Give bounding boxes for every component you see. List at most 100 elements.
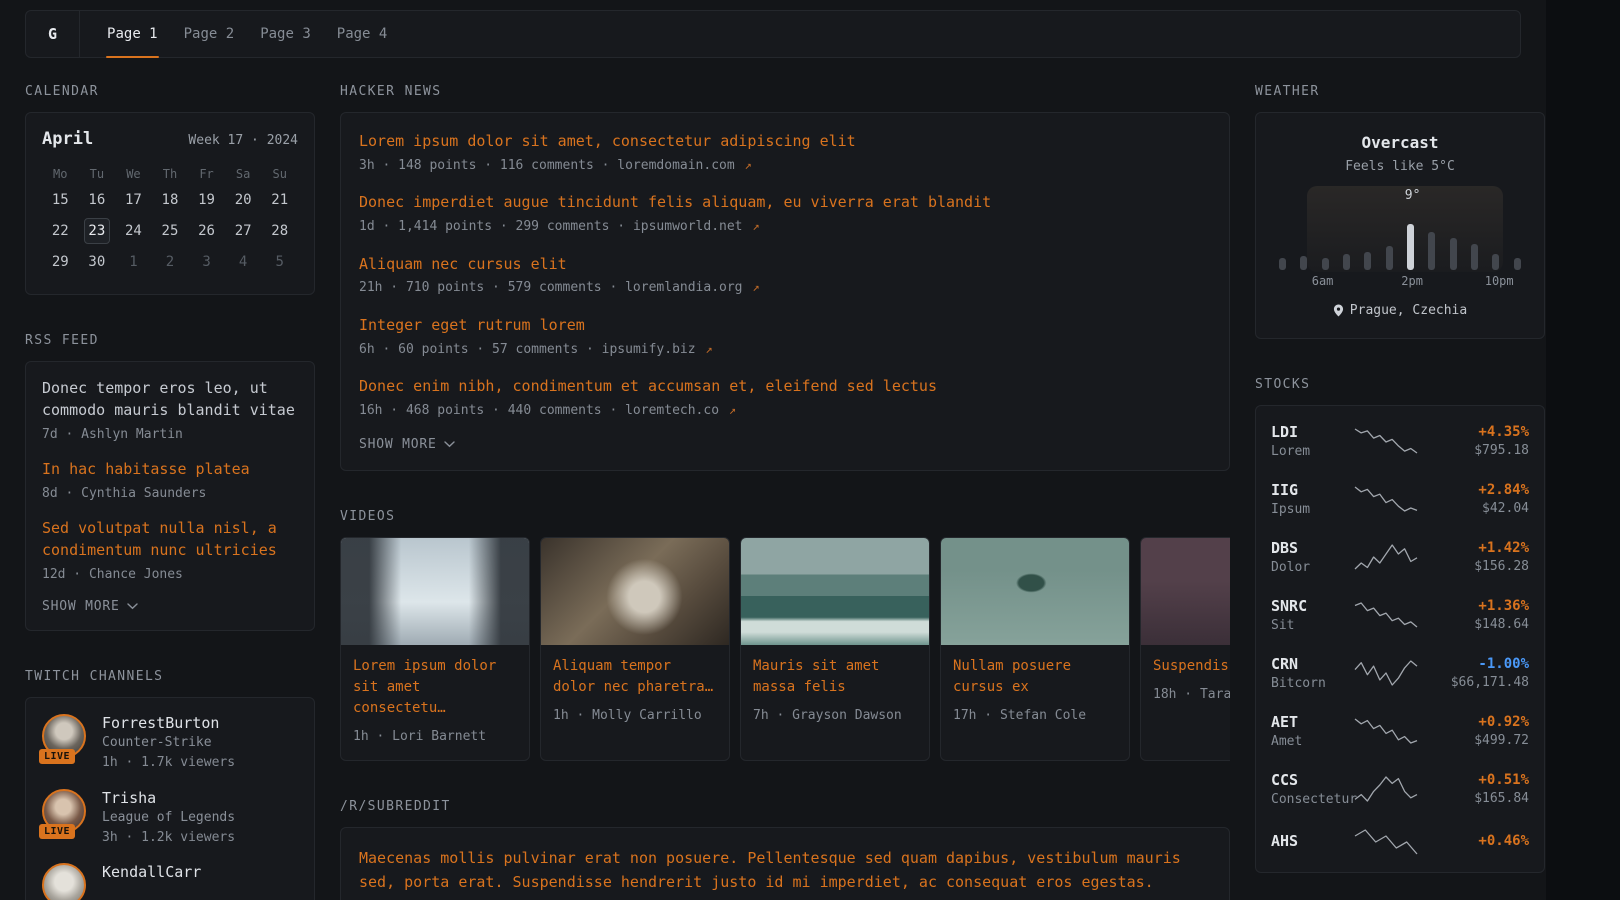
page-tabs: Page 1 Page 2 Page 3 Page 4 <box>80 11 400 57</box>
channel-game: Counter-Strike <box>102 735 235 750</box>
video-thumbnail[interactable] <box>1141 538 1230 645</box>
weather-condition: Overcast <box>1274 133 1526 152</box>
tab-page-4[interactable]: Page 4 <box>324 11 401 57</box>
app-logo[interactable]: G <box>26 11 80 57</box>
stock-row[interactable]: AHS +0.46% <box>1271 818 1529 866</box>
stock-change: +0.92% <box>1433 714 1529 730</box>
dow-label: Fr <box>188 163 225 185</box>
external-link-icon: ↗ <box>705 342 712 356</box>
calendar-day: 26 <box>188 216 225 247</box>
stock-row[interactable]: SNRC Sit +1.36% $148.64 <box>1271 586 1529 644</box>
channel-name-link[interactable]: Trisha <box>102 789 235 807</box>
hn-item-link[interactable]: Lorem ipsum dolor sit amet, consectetur … <box>359 131 856 153</box>
stock-ticker: DBS <box>1271 539 1339 557</box>
section-title-videos: VIDEOS <box>340 509 1230 524</box>
tab-page-1[interactable]: Page 1 <box>94 11 171 57</box>
current-temp-label: 9° <box>1405 188 1421 203</box>
hn-item-domain-link[interactable]: loremdomain.com <box>617 158 734 173</box>
stock-row[interactable]: IIG Ipsum +2.84% $42.04 <box>1271 470 1529 528</box>
video-title-link[interactable]: Lorem ipsum dolor sit amet consectetu… <box>353 656 517 719</box>
hn-item-domain-link[interactable]: ipsumify.biz <box>602 342 696 357</box>
hn-show-more[interactable]: SHOW MORE <box>359 437 1211 452</box>
hn-item-meta: 1d · 1,414 points · 299 comments · ipsum… <box>359 217 1211 237</box>
stock-price: $42.04 <box>1433 501 1529 516</box>
dashboard: G Page 1 Page 2 Page 3 Page 4 CALENDAR A… <box>0 0 1546 900</box>
video-card: Lorem ipsum dolor sit amet consectetu… 1… <box>340 537 530 761</box>
video-thumbnail[interactable] <box>741 538 929 645</box>
stock-change: +1.36% <box>1433 598 1529 614</box>
hn-item-domain-link[interactable]: loremtech.co <box>625 403 719 418</box>
calendar-day-headers: Mo Tu We Th Fr Sa Su <box>42 163 298 185</box>
location-pin-icon <box>1333 304 1344 317</box>
hn-item-domain-link[interactable]: ipsumworld.net <box>633 219 743 234</box>
video-title-link[interactable]: Suspendisse diam <box>1153 656 1230 677</box>
stock-name: Sit <box>1271 618 1339 633</box>
stock-change: +0.46% <box>1433 833 1529 849</box>
stock-sparkline <box>1351 660 1421 686</box>
calendar-day: 19 <box>188 185 225 216</box>
avatar[interactable] <box>42 863 86 900</box>
stock-name: Ipsum <box>1271 502 1339 517</box>
stock-row[interactable]: LDI Lorem +4.35% $795.18 <box>1271 412 1529 470</box>
channel-name-link[interactable]: ForrestBurton <box>102 714 235 732</box>
rss-show-more[interactable]: SHOW MORE <box>42 599 298 614</box>
channel-name-link[interactable]: KendallCarr <box>102 863 201 881</box>
stock-row[interactable]: CCS Consectetur +0.51% $165.84 <box>1271 760 1529 818</box>
weather-hourly-chart: 9° 6am 2pm 10pm <box>1274 190 1526 290</box>
stock-ticker: AHS <box>1271 832 1339 850</box>
calendar-day: 18 <box>152 185 189 216</box>
hn-item: Donec imperdiet augue tincidunt felis al… <box>359 192 1211 236</box>
video-thumbnail[interactable] <box>541 538 729 645</box>
left-column: CALENDAR April Week 17 · 2024 Mo Tu We T… <box>25 84 315 900</box>
rss-item-link[interactable]: Sed volutpat nulla nisl, a condimentum n… <box>42 518 298 562</box>
video-title-link[interactable]: Nullam posuere cursus ex <box>953 656 1117 698</box>
stocks-widget: STOCKS LDI Lorem +4.35% $795.18 <box>1255 377 1545 873</box>
video-title-link[interactable]: Aliquam tempor dolor nec pharetra… <box>553 656 717 698</box>
hn-item: Donec enim nibh, condimentum et accumsan… <box>359 376 1211 420</box>
weather-feels-like: Feels like 5°C <box>1274 159 1526 174</box>
hn-item-meta: 16h · 468 points · 440 comments · loremt… <box>359 401 1211 421</box>
hn-item-stats: 1d · 1,414 points · 299 comments · <box>359 219 625 234</box>
subreddit-post-link[interactable]: Maecenas mollis pulvinar erat non posuer… <box>359 846 1211 894</box>
tab-page-3[interactable]: Page 3 <box>247 11 324 57</box>
right-column: WEATHER Overcast Feels like 5°C 9° 6am 2… <box>1255 84 1545 900</box>
video-title-link[interactable]: Mauris sit amet massa felis <box>753 656 917 698</box>
stock-row[interactable]: CRN Bitcorn -1.00% $66,171.48 <box>1271 644 1529 702</box>
rss-item: Donec tempor eros leo, ut commodo mauris… <box>42 378 298 444</box>
hn-item: Aliquam nec cursus elit 21h · 710 points… <box>359 254 1211 298</box>
rss-item-link[interactable]: Donec tempor eros leo, ut commodo mauris… <box>42 378 298 422</box>
dow-label: We <box>115 163 152 185</box>
section-title-weather: WEATHER <box>1255 84 1545 99</box>
video-thumbnail[interactable] <box>941 538 1129 645</box>
hn-item-link[interactable]: Integer eget rutrum lorem <box>359 315 585 337</box>
hn-item-stats: 16h · 468 points · 440 comments · <box>359 403 617 418</box>
hn-item-link[interactable]: Donec imperdiet augue tincidunt felis al… <box>359 192 991 214</box>
hn-item-link[interactable]: Donec enim nibh, condimentum et accumsan… <box>359 376 937 398</box>
channel-game: League of Legends <box>102 810 235 825</box>
tab-page-2[interactable]: Page 2 <box>171 11 248 57</box>
hn-item-domain-link[interactable]: loremlandia.org <box>625 280 742 295</box>
weather-bar <box>1364 252 1371 270</box>
calendar-day: 15 <box>42 185 79 216</box>
dow-label: Mo <box>42 163 79 185</box>
stock-name: Consectetur <box>1271 792 1339 807</box>
dow-label: Su <box>261 163 298 185</box>
section-title-subreddit: /R/SUBREDDIT <box>340 799 1230 814</box>
calendar-day: 4 <box>225 247 262 278</box>
stocks-card: LDI Lorem +4.35% $795.18 IIG Ipsum <box>1255 405 1545 873</box>
stock-ticker: CRN <box>1271 655 1339 673</box>
rss-item-link[interactable]: In hac habitasse platea <box>42 459 298 481</box>
stock-row[interactable]: DBS Dolor +1.42% $156.28 <box>1271 528 1529 586</box>
stock-row[interactable]: AET Amet +0.92% $499.72 <box>1271 702 1529 760</box>
weather-bar <box>1471 244 1478 270</box>
stock-price: $148.64 <box>1433 617 1529 632</box>
weather-bar <box>1428 232 1435 270</box>
stock-name: Lorem <box>1271 444 1339 459</box>
stock-ticker: AET <box>1271 713 1339 731</box>
video-thumbnail[interactable] <box>341 538 529 645</box>
external-link-icon: ↗ <box>745 158 752 172</box>
calendar-day: 20 <box>225 185 262 216</box>
hn-item-link[interactable]: Aliquam nec cursus elit <box>359 254 567 276</box>
stock-ticker: CCS <box>1271 771 1339 789</box>
calendar-day: 3 <box>188 247 225 278</box>
